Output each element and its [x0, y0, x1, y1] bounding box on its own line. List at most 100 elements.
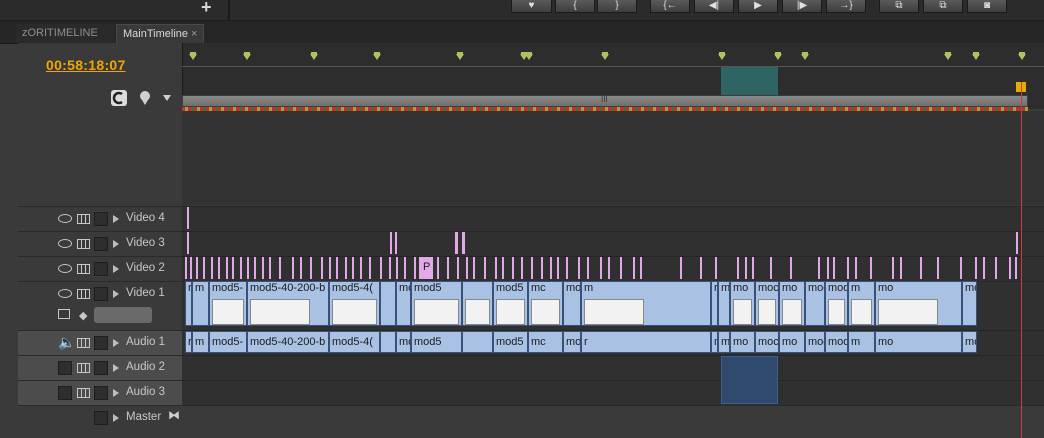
sequence-marker-icon[interactable] [243, 54, 251, 60]
video-clip[interactable]: m [581, 281, 711, 326]
clip-segment[interactable] [715, 257, 717, 279]
clip-segment[interactable] [321, 257, 323, 279]
track-header[interactable]: Video 1 ◆ [18, 281, 182, 330]
clip-segment[interactable] [466, 257, 468, 279]
eye-icon[interactable] [58, 289, 72, 298]
clip-segment[interactable] [608, 257, 610, 279]
track-lock-toggle[interactable] [94, 212, 108, 226]
clip-segment[interactable] [473, 257, 475, 279]
video-clip[interactable]: r [185, 281, 192, 326]
clip-segment[interactable] [700, 257, 702, 279]
clip-segment[interactable] [300, 257, 302, 279]
clip-segment[interactable] [185, 257, 187, 279]
clip-segment[interactable] [833, 257, 835, 279]
work-area-bar[interactable]: III [182, 95, 1028, 107]
sync-lock-icon[interactable] [77, 289, 90, 299]
audio-clip[interactable]: mod5- [209, 331, 247, 353]
track-header[interactable]: Video 2 [18, 256, 182, 281]
track-lock-toggle[interactable] [94, 336, 108, 350]
add-button[interactable]: + [201, 0, 212, 18]
clip-segment[interactable] [345, 257, 347, 279]
clip-segment[interactable] [847, 257, 849, 279]
clip-segment[interactable] [855, 257, 857, 279]
clip-segment[interactable] [633, 257, 635, 279]
clip-segment[interactable] [254, 257, 256, 279]
clip-segment[interactable] [329, 257, 331, 279]
clip-segment[interactable] [262, 257, 264, 279]
video-clip[interactable]: m [192, 281, 209, 326]
clip-segment[interactable] [870, 257, 872, 279]
clip-segment[interactable] [1009, 257, 1011, 279]
transport-button-8[interactable]: ⧉ [879, 0, 919, 13]
video-clip[interactable]: moc [755, 281, 779, 326]
video-clip[interactable]: mc [528, 281, 563, 326]
clip-segment[interactable] [640, 257, 642, 279]
video-clip[interactable]: m [848, 281, 875, 326]
track-lock-toggle[interactable] [94, 262, 108, 276]
transport-button-4[interactable]: ◀| [694, 0, 734, 13]
clip-segment[interactable] [455, 232, 458, 254]
clip-segment[interactable] [437, 257, 439, 279]
sequence-marker-icon[interactable] [525, 54, 533, 60]
clip-segment[interactable] [447, 257, 449, 279]
audio-clip[interactable]: mod5-4( [396, 331, 411, 353]
sync-lock-icon[interactable] [77, 363, 90, 373]
clip-segment[interactable] [600, 257, 602, 279]
sequence-marker-icon[interactable] [456, 54, 464, 60]
expand-triangle-icon[interactable] [113, 364, 119, 372]
transport-button-9[interactable]: ⧉ [923, 0, 963, 13]
clip-segment[interactable] [587, 257, 589, 279]
track-lock-toggle[interactable] [94, 237, 108, 251]
audio-clip[interactable]: r [581, 331, 711, 353]
clip-segment[interactable] [745, 257, 747, 279]
sync-lock-icon[interactable] [77, 239, 90, 249]
clip-segment[interactable] [531, 257, 533, 279]
audio-clip[interactable]: r [185, 331, 192, 353]
clip-segment[interactable] [1015, 257, 1017, 279]
transport-button-7[interactable]: →} [826, 0, 866, 13]
track-header[interactable]: Video 4 [18, 206, 182, 231]
clip-segment[interactable] [360, 257, 362, 279]
video-clip[interactable]: r [711, 281, 718, 326]
audio-clip[interactable]: mod5-4( [329, 331, 380, 353]
master-gain-icon[interactable]: ⧓ [168, 408, 180, 422]
audio-clip[interactable]: m [711, 331, 718, 353]
clip-segment[interactable] [380, 257, 382, 279]
sequence-marker-icon[interactable] [1018, 54, 1026, 60]
video-clip[interactable]: mod [962, 281, 977, 326]
audio-clip[interactable] [462, 331, 493, 353]
clip-segment[interactable] [550, 257, 552, 279]
audio-clip[interactable]: mod [718, 331, 730, 353]
audio-clip[interactable]: mod [962, 331, 977, 353]
sequence-marker-icon[interactable] [774, 54, 782, 60]
sequence-marker-icon[interactable] [944, 54, 952, 60]
clip-segment[interactable] [390, 232, 392, 254]
audio-clip[interactable]: m [192, 331, 209, 353]
marker-clip-p[interactable]: P [419, 257, 433, 279]
clip-segment[interactable] [521, 257, 523, 279]
marker-icon[interactable] [137, 90, 153, 106]
audio-clip[interactable]: mod [805, 331, 825, 353]
clip-segment[interactable] [190, 257, 192, 279]
transport-button-5[interactable]: ▶ [738, 0, 778, 13]
clip-segment[interactable] [566, 257, 568, 279]
clip-segment[interactable] [502, 257, 504, 279]
transport-button-0[interactable]: ♥ [511, 0, 552, 13]
video-clip[interactable]: mo [730, 281, 755, 326]
clip-segment[interactable] [462, 232, 465, 254]
audio-clip[interactable] [380, 331, 396, 353]
track-toggle[interactable] [58, 386, 72, 400]
video-clip[interactable]: mo [875, 281, 962, 326]
sequence-marker-icon[interactable] [189, 54, 197, 60]
track-body[interactable] [182, 355, 1044, 380]
sync-lock-icon[interactable] [77, 264, 90, 274]
transport-button-6[interactable]: |▶ [782, 0, 822, 13]
clip-segment[interactable] [396, 257, 398, 279]
clip-segment[interactable] [232, 257, 234, 279]
track-header[interactable]: 🔈 Audio 1 [18, 330, 182, 355]
clip-segment[interactable] [187, 232, 189, 254]
keyframe-icon[interactable]: ◆ [79, 309, 87, 322]
close-tab-icon[interactable]: × [191, 28, 197, 40]
expand-triangle-icon[interactable] [113, 290, 119, 298]
sequence-marker-icon[interactable] [310, 54, 318, 60]
